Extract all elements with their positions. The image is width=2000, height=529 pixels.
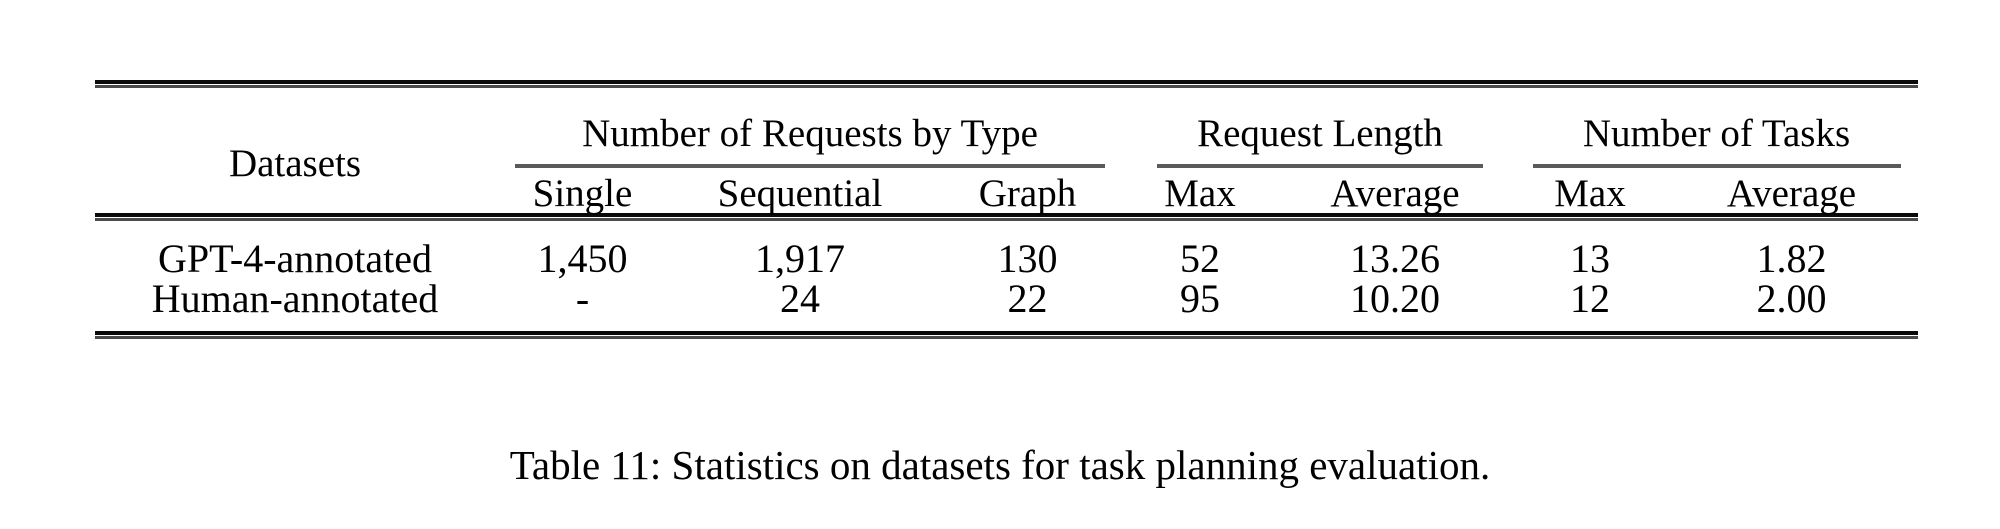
column-group-request-length-rule [1157, 163, 1483, 168]
cell-human-graph: 22 [1007, 275, 1048, 321]
table-top-rule [95, 80, 1918, 88]
cell-gpt4-graph: 130 [997, 235, 1058, 281]
table-row-label-human: Human-annotated [151, 275, 439, 321]
statistics-table: Datasets Number of Requests by Type Requ… [95, 80, 1918, 339]
column-header-tasks-average: Average [1726, 171, 1857, 215]
top-spacer-row [95, 88, 1918, 114]
column-group-header-row: Datasets Number of Requests by Type Requ… [95, 112, 1918, 183]
top-rule-line [95, 80, 1918, 88]
cell-human-tasks-max: 12 [1570, 275, 1610, 321]
column-group-request-length-label: Request Length [1197, 112, 1443, 155]
column-group-request-length: Request Length [1125, 112, 1515, 174]
column-header-sequential: Sequential [717, 171, 883, 215]
column-header-single: Single [532, 171, 633, 215]
table-top-rule-row [95, 80, 1918, 88]
cell-gpt4-tasks-average: 1.82 [1756, 235, 1827, 281]
cell-human-request-length-max: 95 [1180, 275, 1220, 321]
cell-gpt4-request-length-average: 13.26 [1350, 235, 1440, 281]
statistics-table-container: Datasets Number of Requests by Type Requ… [95, 80, 1918, 339]
column-group-requests-by-type-rule [515, 163, 1105, 168]
cell-gpt4-request-length-max: 52 [1180, 235, 1220, 281]
cell-gpt4-single: 1,450 [537, 235, 628, 281]
column-group-requests-by-type: Number of Requests by Type [495, 112, 1125, 174]
table-row: GPT-4-annotated 1,450 1,917 130 52 13.26… [95, 235, 1918, 281]
table-figure-page: Datasets Number of Requests by Type Requ… [0, 0, 2000, 529]
cell-human-request-length-average: 10.20 [1350, 275, 1440, 321]
column-header-request-length-max: Max [1164, 171, 1236, 215]
column-group-requests-by-type-label: Number of Requests by Type [582, 112, 1038, 155]
column-group-number-of-tasks: Number of Tasks [1515, 112, 1918, 174]
bottom-rule-line [95, 330, 1918, 339]
table-caption: Table 11: Statistics on datasets for tas… [509, 442, 1491, 488]
column-group-number-of-tasks-rule [1532, 163, 1901, 168]
cell-human-single: - [575, 275, 590, 321]
cell-gpt4-sequential: 1,917 [755, 235, 845, 281]
table-row: Human-annotated - 24 22 95 10.20 12 2.00 [95, 275, 1918, 321]
cell-gpt4-tasks-max: 13 [1570, 235, 1610, 281]
column-header-tasks-max: Max [1554, 171, 1626, 215]
cell-human-sequential: 24 [780, 275, 820, 321]
table-row-label-gpt4: GPT-4-annotated [157, 235, 433, 281]
top-spacer [95, 88, 1918, 114]
column-header-request-length-average: Average [1330, 171, 1460, 215]
row-header-datasets: Datasets [228, 141, 362, 185]
cell-human-tasks-average: 2.00 [1756, 275, 1827, 321]
table-bottom-rule [95, 330, 1918, 339]
column-header-graph: Graph [978, 171, 1077, 215]
table-bottom-rule-row [95, 330, 1918, 339]
column-group-number-of-tasks-label: Number of Tasks [1582, 112, 1851, 155]
